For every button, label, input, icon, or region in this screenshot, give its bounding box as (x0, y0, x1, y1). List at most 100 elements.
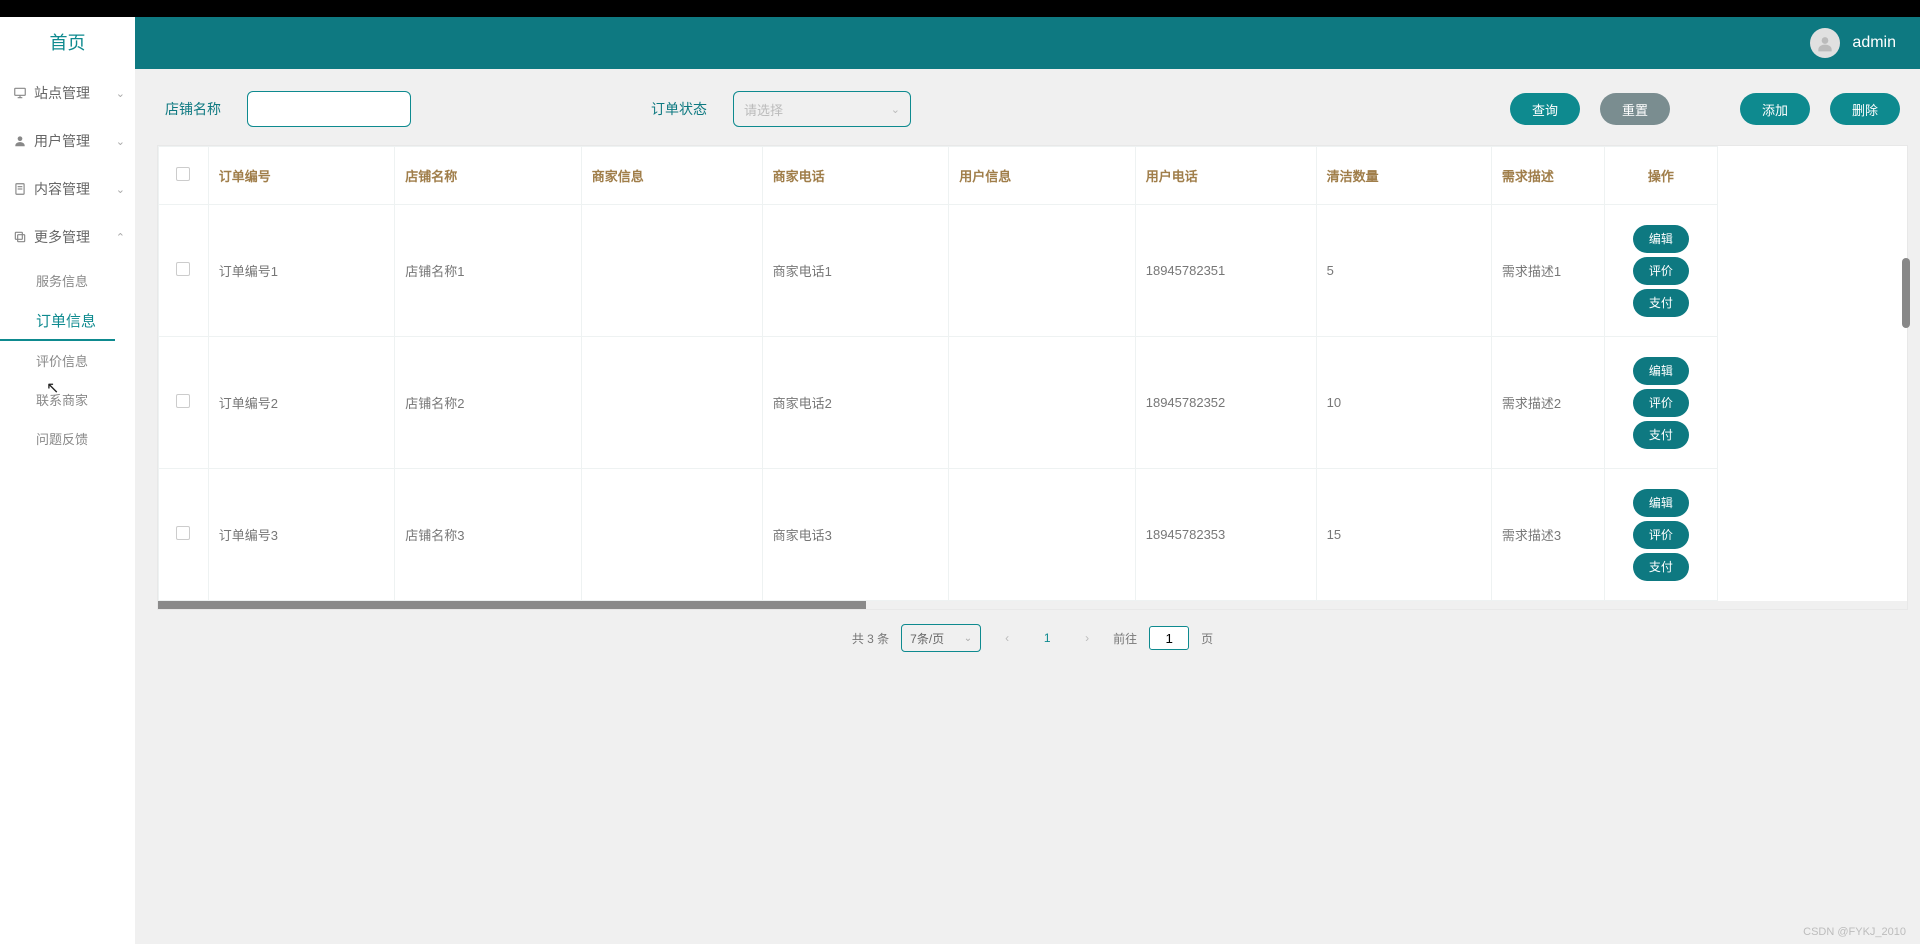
horizontal-scrollbar[interactable] (158, 601, 1907, 609)
chevron-down-icon: ⌄ (116, 87, 125, 100)
table-container: 订单编号 店铺名称 商家信息 商家电话 用户信息 用户电话 清洁数量 需求描述 … (157, 145, 1908, 610)
th-user-phone: 用户电话 (1135, 147, 1316, 205)
cell-desc: 需求描述1 (1491, 205, 1604, 337)
edit-button[interactable]: 编辑 (1633, 357, 1689, 385)
sidebar-sub-service[interactable]: 服务信息 (0, 261, 135, 300)
sidebar-sub-contact[interactable]: 联系商家 (0, 380, 135, 419)
cell-user-phone: 18945782352 (1135, 337, 1316, 469)
row-checkbox[interactable] (176, 526, 190, 540)
row-checkbox[interactable] (176, 262, 190, 276)
order-status-label: 订单状态 (651, 99, 707, 119)
watermark: CSDN @FYKJ_2010 (1803, 926, 1906, 938)
shop-name-input[interactable] (247, 91, 411, 127)
row-checkbox[interactable] (176, 394, 190, 408)
topbar: admin (135, 17, 1920, 69)
add-button[interactable]: 添加 (1740, 93, 1810, 125)
doc-icon (12, 181, 28, 197)
page-jump-input[interactable] (1149, 626, 1189, 650)
order-status-select[interactable]: 请选择 ⌄ (733, 91, 911, 127)
avatar[interactable] (1810, 28, 1840, 58)
sidebar-item-label: 站点管理 (34, 83, 116, 103)
pay-button[interactable]: 支付 (1633, 421, 1689, 449)
sidebar-item-user[interactable]: 用户管理 ⌄ (0, 117, 135, 165)
review-button[interactable]: 评价 (1633, 389, 1689, 417)
cell-user-info (949, 469, 1136, 601)
table-row: 订单编号1店铺名称1商家电话1189457823515需求描述1编辑评价支付 (159, 205, 1718, 337)
th-desc: 需求描述 (1491, 147, 1604, 205)
cell-ops: 编辑评价支付 (1604, 205, 1717, 337)
cell-shop: 店铺名称1 (395, 205, 582, 337)
cell-user-info (949, 205, 1136, 337)
pay-button[interactable]: 支付 (1633, 289, 1689, 317)
username[interactable]: admin (1852, 34, 1896, 52)
cell-order: 订单编号1 (208, 205, 395, 337)
cell-merchant-phone: 商家电话3 (762, 469, 949, 601)
pay-button[interactable]: 支付 (1633, 553, 1689, 581)
cell-shop: 店铺名称3 (395, 469, 582, 601)
sidebar-sub-order[interactable]: 订单信息 (0, 300, 115, 341)
pagination: 共 3 条 7条/页 ⌄ ‹ 1 › 前往 页 (157, 610, 1908, 672)
vertical-scrollbar-thumb[interactable] (1902, 258, 1910, 328)
table-row: 订单编号3店铺名称3商家电话31894578235315需求描述3编辑评价支付 (159, 469, 1718, 601)
cell-qty: 15 (1316, 469, 1491, 601)
cell-user-phone: 18945782353 (1135, 469, 1316, 601)
cell-ops: 编辑评价支付 (1604, 337, 1717, 469)
select-placeholder: 请选择 (744, 100, 783, 119)
reset-button[interactable]: 重置 (1600, 93, 1670, 125)
sidebar-item-label: 内容管理 (34, 179, 116, 199)
page-number-1[interactable]: 1 (1033, 624, 1061, 652)
shop-name-label: 店铺名称 (165, 99, 221, 119)
search-row: 店铺名称 订单状态 请选择 ⌄ 查询 重置 添加 删除 (157, 91, 1908, 145)
page-size-select[interactable]: 7条/页 ⌄ (901, 624, 981, 652)
scrollbar-thumb[interactable] (158, 601, 866, 609)
edit-button[interactable]: 编辑 (1633, 225, 1689, 253)
th-merchant-phone: 商家电话 (762, 147, 949, 205)
cell-qty: 10 (1316, 337, 1491, 469)
select-all-checkbox[interactable] (176, 167, 190, 181)
cell-user-phone: 18945782351 (1135, 205, 1316, 337)
cell-ops: 编辑评价支付 (1604, 469, 1717, 601)
cell-qty: 5 (1316, 205, 1491, 337)
cell-user-info (949, 337, 1136, 469)
edit-button[interactable]: 编辑 (1633, 489, 1689, 517)
sidebar-item-content[interactable]: 内容管理 ⌄ (0, 165, 135, 213)
cell-merchant-info (581, 205, 762, 337)
th-order: 订单编号 (208, 147, 395, 205)
th-merchant-info: 商家信息 (581, 147, 762, 205)
delete-button[interactable]: 删除 (1830, 93, 1900, 125)
cell-order: 订单编号2 (208, 337, 395, 469)
chevron-down-icon: ⌄ (116, 135, 125, 148)
cell-merchant-info (581, 337, 762, 469)
chevron-up-icon: ⌃ (116, 231, 125, 244)
goto-suffix: 页 (1201, 630, 1213, 647)
sidebar-item-label: 用户管理 (34, 131, 116, 151)
sidebar-item-site[interactable]: 站点管理 ⌄ (0, 69, 135, 117)
th-user-info: 用户信息 (949, 147, 1136, 205)
table-header-row: 订单编号 店铺名称 商家信息 商家电话 用户信息 用户电话 清洁数量 需求描述 … (159, 147, 1718, 205)
cell-merchant-info (581, 469, 762, 601)
user-icon (12, 133, 28, 149)
sidebar-sub-review[interactable]: 评价信息 (0, 341, 135, 380)
page-prev-button[interactable]: ‹ (993, 624, 1021, 652)
review-button[interactable]: 评价 (1633, 257, 1689, 285)
sidebar: 首页 站点管理 ⌄ 用户管理 ⌄ 内容管理 ⌄ 更多管理 ⌃ 服务信息 订单信息… (0, 0, 135, 944)
page-next-button[interactable]: › (1073, 624, 1101, 652)
orders-table: 订单编号 店铺名称 商家信息 商家电话 用户信息 用户电话 清洁数量 需求描述 … (158, 146, 1718, 601)
sidebar-sub-feedback[interactable]: 问题反馈 (0, 419, 135, 458)
query-button[interactable]: 查询 (1510, 93, 1580, 125)
top-black-strip (0, 0, 1920, 17)
sidebar-item-more[interactable]: 更多管理 ⌃ (0, 213, 135, 261)
cell-order: 订单编号3 (208, 469, 395, 601)
page-size-label: 7条/页 (910, 630, 944, 647)
chevron-down-icon: ⌄ (891, 103, 900, 116)
cell-desc: 需求描述3 (1491, 469, 1604, 601)
content: 店铺名称 订单状态 请选择 ⌄ 查询 重置 添加 删除 (135, 69, 1920, 944)
page-total: 共 3 条 (852, 630, 889, 647)
sidebar-home[interactable]: 首页 (0, 17, 135, 69)
cell-desc: 需求描述2 (1491, 337, 1604, 469)
copy-icon (12, 229, 28, 245)
chevron-down-icon: ⌄ (116, 183, 125, 196)
review-button[interactable]: 评价 (1633, 521, 1689, 549)
th-ops: 操作 (1604, 147, 1717, 205)
chevron-down-icon: ⌄ (964, 633, 972, 644)
